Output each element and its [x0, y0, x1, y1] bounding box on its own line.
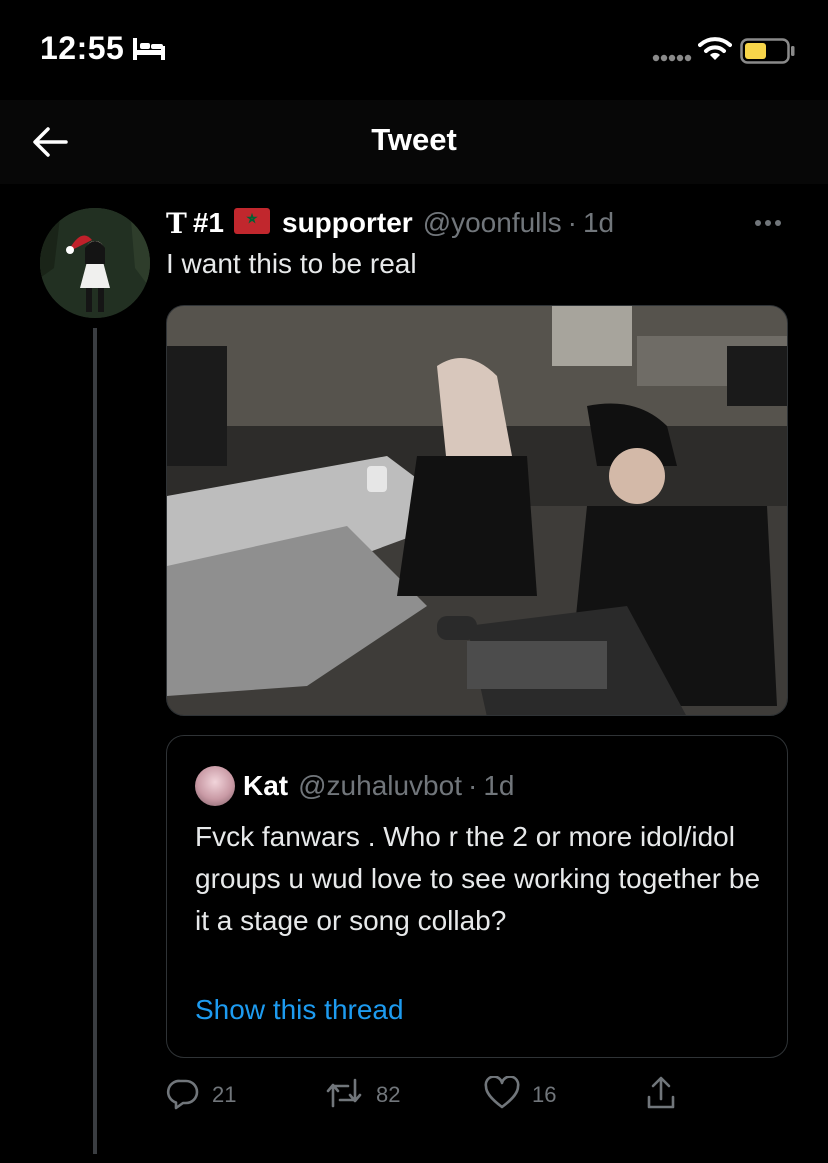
like-button[interactable]: 16 [484, 1073, 556, 1117]
header-bar: Tweet [0, 100, 828, 184]
tweet-media-image[interactable] [166, 305, 788, 716]
share-icon [644, 1075, 678, 1116]
retweet-count: 82 [376, 1082, 401, 1107]
quoted-tweet-card[interactable]: Kat @zuhaluvbot · 1d Fvck fanwars . Who … [166, 735, 788, 1058]
bed-icon [131, 36, 167, 67]
quoted-tweet-header: Kat @zuhaluvbot · 1d [243, 766, 514, 806]
retweet-button[interactable]: 82 [324, 1073, 400, 1117]
quoted-tweet-text: Fvck fanwars . Who r the 2 or more idol/… [195, 821, 761, 936]
display-name-prefix[interactable]: T [166, 207, 187, 240]
status-time: 12:55 [40, 30, 125, 66]
signal-icon [652, 50, 692, 68]
quoted-user-handle[interactable]: @zuhaluvbot [298, 770, 462, 802]
separator-dot: · [567, 207, 577, 238]
thread-line [93, 328, 97, 1154]
quoted-author-avatar[interactable] [195, 766, 235, 806]
quoted-tweet-time[interactable]: 1d [483, 770, 514, 802]
reply-icon [166, 1076, 200, 1115]
tweet-text: I want this to be real [166, 248, 417, 279]
display-name[interactable]: supporter [282, 207, 413, 239]
retweet-icon [324, 1076, 364, 1115]
more-options-icon[interactable] [750, 208, 786, 243]
share-button[interactable] [644, 1073, 678, 1117]
tweet-actions: 21 82 16 [166, 1073, 788, 1117]
heart-icon [484, 1074, 520, 1115]
page-title: Tweet [371, 122, 457, 157]
user-handle[interactable]: @yoonfulls [423, 207, 562, 239]
show-thread-link[interactable]: Show this thread [195, 994, 404, 1026]
quoted-separator-dot: · [467, 770, 478, 801]
display-name-rank[interactable]: #1 [193, 207, 224, 239]
quoted-display-name[interactable]: Kat [243, 770, 288, 802]
tweet-header: T #1 supporter @yoonfulls · 1d [166, 203, 614, 243]
author-avatar[interactable] [40, 208, 150, 318]
like-count: 16 [532, 1082, 557, 1107]
morocco-flag-icon [234, 207, 270, 239]
reply-count: 21 [212, 1082, 237, 1107]
status-bar: 12:55 [0, 0, 828, 100]
battery-icon [740, 38, 796, 69]
tweet-time[interactable]: 1d [583, 207, 614, 239]
reply-button[interactable]: 21 [166, 1073, 236, 1117]
wifi-icon [698, 36, 732, 67]
